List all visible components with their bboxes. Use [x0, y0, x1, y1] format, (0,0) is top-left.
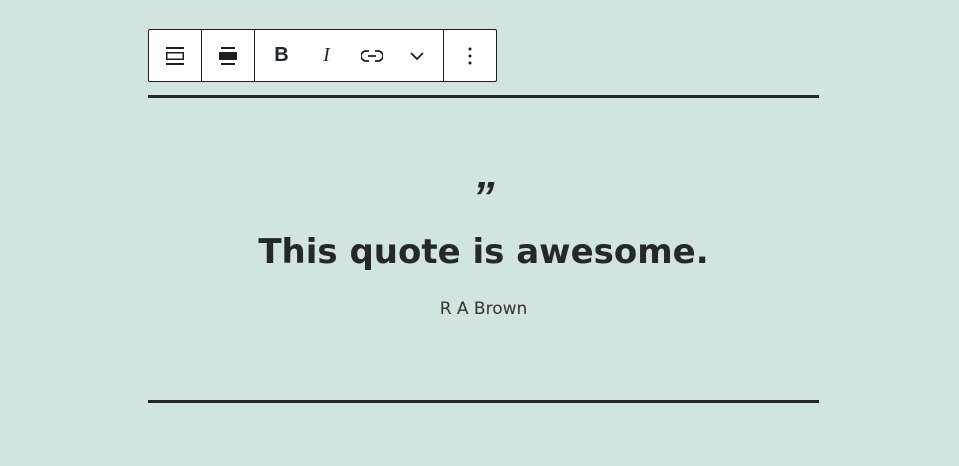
block-toolbar: B I	[148, 29, 497, 82]
chevron-down-icon	[409, 51, 424, 60]
bold-button[interactable]: B	[259, 30, 304, 81]
quote-text[interactable]: This quote is awesome.	[148, 230, 819, 274]
block-type-button[interactable]	[153, 30, 197, 81]
align-button[interactable]	[206, 30, 250, 81]
align-wide-icon	[219, 46, 237, 65]
italic-button[interactable]: I	[304, 30, 349, 81]
format-group: B I	[255, 30, 444, 81]
quote-bottom-border	[148, 400, 819, 403]
link-icon	[360, 49, 383, 62]
options-button[interactable]	[448, 30, 492, 81]
quote-mark-icon: ”	[472, 173, 495, 222]
quote-top-border	[148, 95, 819, 98]
quote-block-icon	[166, 46, 184, 65]
quote-citation[interactable]: R A Brown	[148, 299, 819, 319]
link-button[interactable]	[349, 30, 394, 81]
italic-icon: I	[323, 44, 330, 66]
bold-icon: B	[274, 44, 289, 66]
options-group	[444, 30, 496, 81]
more-vertical-icon	[468, 47, 472, 64]
align-group	[202, 30, 255, 81]
block-switcher-group	[149, 30, 202, 81]
more-rich-text-button[interactable]	[394, 30, 439, 81]
